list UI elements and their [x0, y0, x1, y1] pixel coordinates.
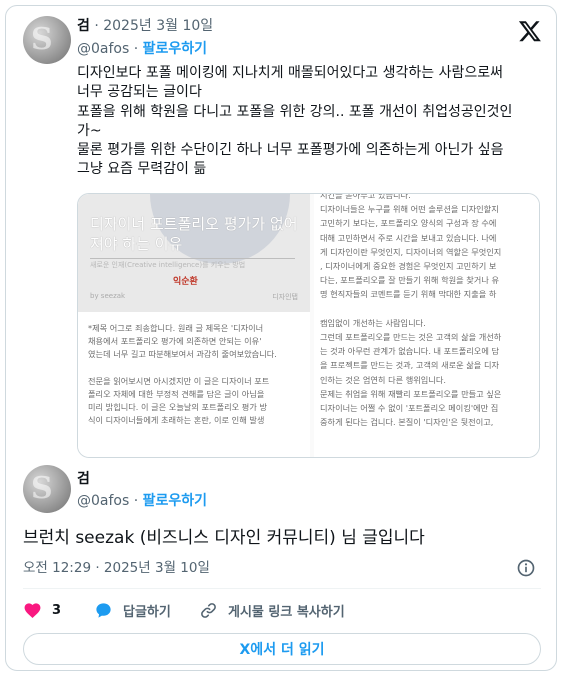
article-line: 대해 고민하면서 주로 시간을 보내고 있습니다. 나에: [320, 232, 497, 243]
text-line: 너무 공감되는 글이다: [77, 84, 202, 101]
follow-button[interactable]: 팔로우하기: [143, 493, 207, 509]
image-left-panel: 디자이너 포트폴리오 평가가 없어져야 하는 이유 새로운 인재(Creativ…: [78, 194, 310, 457]
article-line: 시킨을 쏟아부고 있습니다.: [320, 193, 411, 200]
tweet-text: 브런치 seezak (비즈니스 디자인 커뮤니티) 님 글입니다: [23, 528, 425, 548]
text-line: 가~: [77, 122, 102, 139]
cover-subtitle: 새로운 인재(Creative intelligence)를 키우는 방법: [90, 261, 246, 269]
author-handle[interactable]: @0afos: [77, 493, 129, 509]
follow-button[interactable]: 팔로우하기: [143, 41, 207, 57]
text-line: 그냥 요즘 무력감이 듦: [77, 161, 207, 178]
text-line: 디자인보다 포폴 메이킹에 지나치게 매몰되어있다고 생각하는 사람으로써: [77, 65, 503, 81]
avatar-image: S: [31, 22, 53, 57]
copy-link-label: 게시물 링크 복사하기: [228, 604, 345, 620]
article-line: 식이 디자이너들에게 초래하는 혼란, 이로 인해 발생: [88, 415, 265, 426]
divider: [23, 588, 541, 589]
article-text-right: 시킨을 쏟아부고 있습니다. 디자이너들은 누구를 위해 어떤 솔루션을 디자인…: [320, 193, 536, 429]
like-count: 3: [52, 602, 62, 618]
article-line: 미리 밝힙니다. 이 글은 오늘날의 포트폴리오 평가 방: [88, 402, 268, 413]
like-button[interactable]: 3: [23, 600, 61, 620]
reply-bubble-icon: [96, 602, 111, 618]
separator: ·: [129, 493, 143, 509]
heart-icon: [24, 602, 41, 618]
article-cover: 디자이너 포트폴리오 평가가 없어져야 하는 이유 새로운 인재(Creativ…: [78, 194, 310, 312]
cover-divider: [90, 258, 295, 259]
avatar[interactable]: S: [23, 465, 71, 513]
article-line: 였는데 너무 길고 따분해보여서 과감히 줄여보았습니다.: [88, 349, 277, 360]
x-logo-icon[interactable]: [518, 19, 542, 43]
info-icon[interactable]: [516, 558, 536, 578]
article-line: 중하게 된다는 겁니다. 본질이 '디자인'은 뒷전이고,: [320, 417, 494, 428]
cover-footer-right: 디자인탭: [272, 293, 298, 301]
article-text-left: *제목 어그로 죄송합니다. 원래 글 제목은 '디자이너 채용에서 포트폴리오…: [88, 322, 304, 428]
text-line: 물론 평가를 위한 수단이긴 하나 너무 포폴평가에 의존하는게 아닌가 싶음: [77, 142, 504, 159]
tweet-embed-card: S 검 · 2025년 3월 10일 @0afos · 팔로우하기 디자인보다 …: [5, 5, 557, 671]
article-line: 을 프로젝트를 만드는 것과, 고객의 새로운 삶을 디자: [320, 360, 500, 371]
author-name[interactable]: 검: [77, 470, 90, 488]
article-line: [320, 302, 536, 316]
cover-title: 디자이너 포트폴리오 평가가 없어져야 하는 이유: [90, 215, 298, 253]
article-line: 다는, 포트폴리오를 잘 만들기 위해 학원을 찾거나 유: [320, 275, 500, 286]
article-line: 인하는 것은 엄연히 다른 행위입니다.: [320, 374, 447, 385]
author-handle[interactable]: @0afos: [77, 41, 129, 57]
read-more-button[interactable]: X에서 더 읽기: [23, 633, 541, 665]
article-line: 폴리오 자체에 대한 부정적 견해를 담은 글이 아님을: [88, 389, 265, 400]
article-line: 명 현직자들의 코멘트를 듣기 위해 막대한 지출을 하: [320, 289, 497, 300]
article-line: 문제는 취업을 위해 재빨리 포트폴리오를 만들고 싶은: [320, 388, 502, 399]
quoted-tweet-text: 디자인보다 포폴 메이킹에 지나치게 매몰되어있다고 생각하는 사람으로써 너무…: [77, 64, 547, 180]
separator: ·: [129, 41, 143, 57]
article-line: 캠임없이 개선하는 사람입니다.: [320, 317, 426, 328]
copy-link-button[interactable]: 게시물 링크 복사하기: [199, 600, 345, 620]
article-line: 그런데 포트폴리오를 만드는 것은 고객의 삶을 개선하: [320, 332, 502, 343]
tweet-timestamp[interactable]: 오전 12:29 · 2025년 3월 10일: [23, 559, 210, 577]
article-line: 고민하기 보다는, 포트폴리오 양식의 구성과 장 수에: [320, 218, 497, 229]
article-line: [88, 362, 304, 375]
article-line: *제목 어그로 죄송합니다. 원래 글 제목은 '디자이너: [88, 323, 264, 333]
attached-image[interactable]: 디자이너 포트폴리오 평가가 없어져야 하는 이유 새로운 인재(Creativ…: [77, 193, 540, 458]
article-line: 디자이너는 어쩔 수 없이 '포트폴리오 메이킹'에만 집: [320, 403, 499, 414]
avatar-image: S: [31, 471, 53, 506]
cover-footer-left: by seezak: [90, 292, 126, 300]
article-line: 게 디자인이란 무엇인지, 디자이너의 역할은 무엇인지: [320, 246, 502, 257]
article-line: 디자이너들은 누구를 위해 어떤 솔루션을 디자인할지: [320, 204, 499, 215]
article-line: , 디자이너에게 중요한 경험은 무엇인지 고민하기 보: [320, 261, 497, 272]
article-line: 는 것과 아무런 관계가 없습니다. 내 포트폴리오에 담: [320, 346, 500, 357]
cover-author: 익순환: [173, 277, 198, 287]
avatar[interactable]: S: [23, 16, 71, 64]
image-right-panel: 시킨을 쏟아부고 있습니다. 디자이너들은 누구를 위해 어떤 솔루션을 디자인…: [314, 193, 539, 457]
article-line: 전문을 읽어보시면 아시겠지만 이 글은 디자이너 포트: [88, 375, 270, 386]
author-name[interactable]: 검: [77, 18, 90, 34]
main-handle-row: @0afos · 팔로우하기: [77, 492, 207, 510]
link-icon: [201, 602, 216, 618]
quoted-handle-row: @0afos · 팔로우하기: [77, 40, 207, 58]
reply-label: 답글하기: [123, 604, 171, 620]
text-line: 포폴을 위해 학원을 다니고 포폴을 위한 강의.. 포폴 개선이 취업성공인것…: [77, 103, 513, 120]
post-date: · 2025년 3월 10일: [89, 18, 214, 34]
article-line: 채용에서 포트폴리오 평가에 의존하면 안되는 이유': [88, 336, 262, 347]
reply-button[interactable]: 답글하기: [94, 600, 171, 620]
quoted-header: 검 · 2025년 3월 10일: [77, 17, 213, 35]
